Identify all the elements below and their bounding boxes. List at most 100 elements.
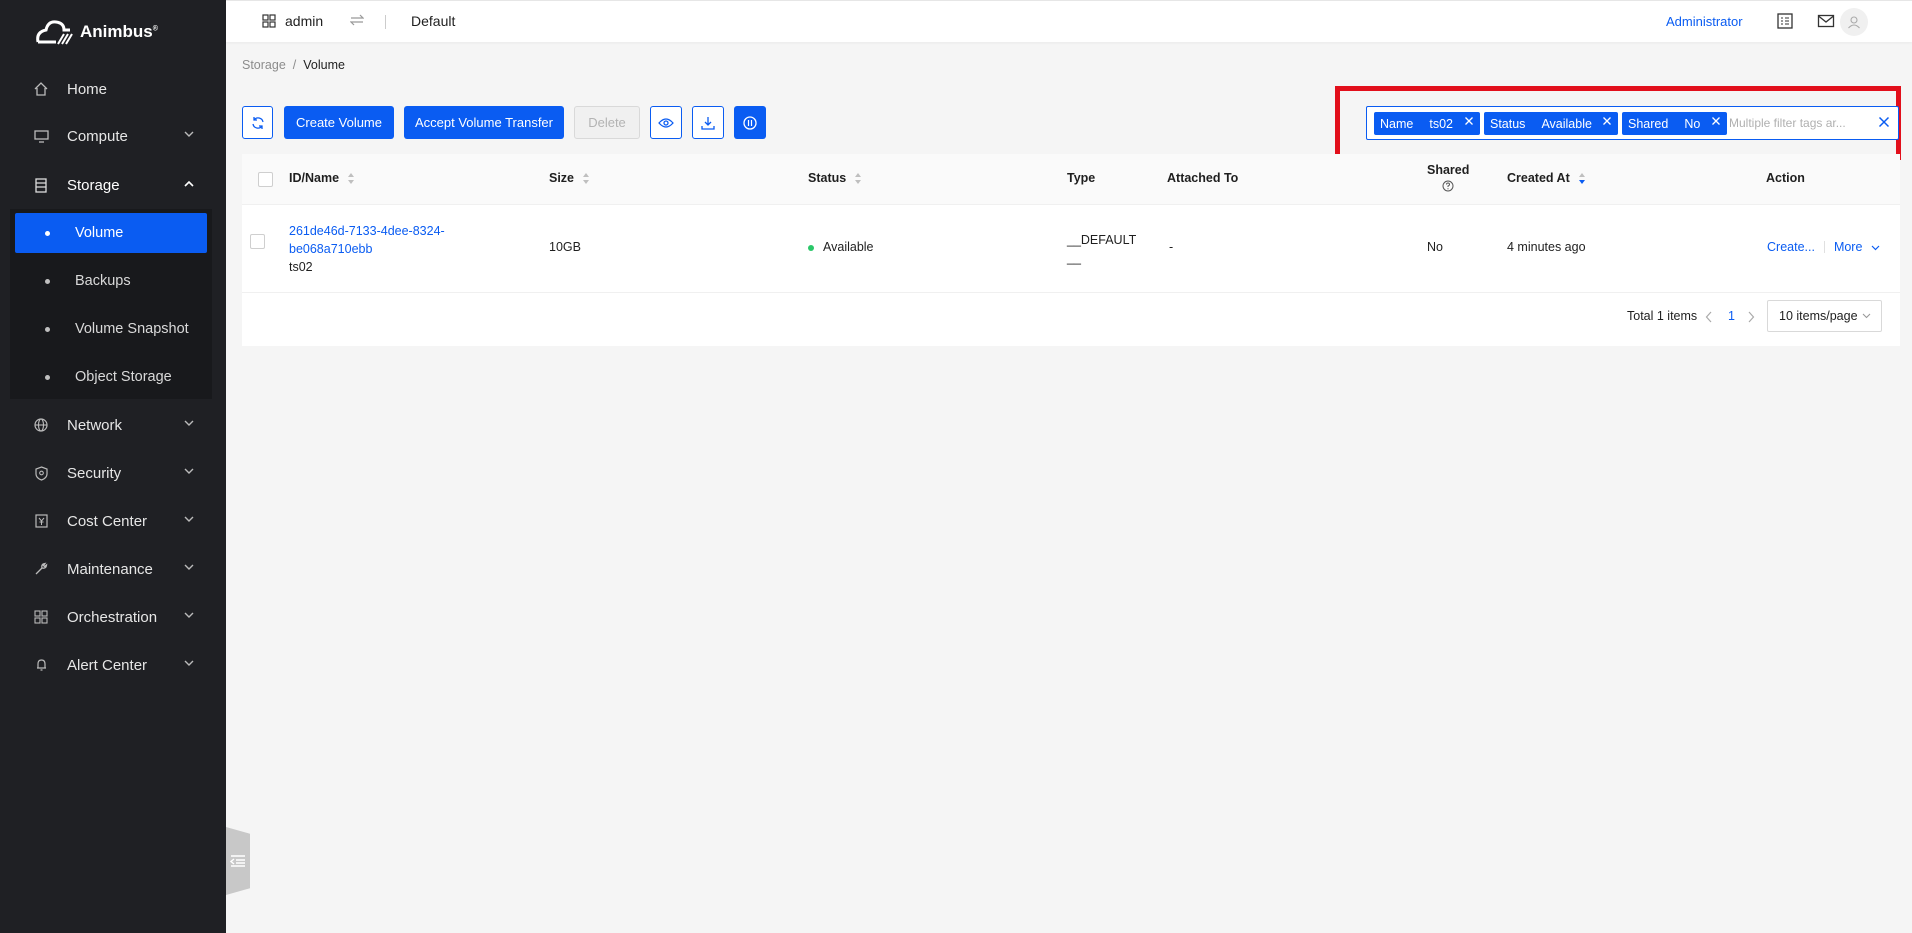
clear-filter-icon[interactable]	[1878, 116, 1890, 128]
type-line: __DEFAULT	[1067, 233, 1137, 247]
cell-status: Available	[808, 240, 874, 254]
nav-label: Home	[67, 80, 108, 98]
refresh-icon	[251, 116, 264, 129]
column-header-shared: Shared	[1427, 163, 1469, 192]
select-all-checkbox[interactable]	[258, 172, 273, 187]
nav-orchestration[interactable]: Orchestration	[0, 595, 226, 639]
close-icon[interactable]	[1464, 116, 1474, 126]
help-icon[interactable]	[1442, 180, 1454, 192]
header-divider	[385, 15, 386, 29]
user-avatar[interactable]	[1840, 8, 1868, 36]
storage-icon	[33, 177, 49, 193]
view-columns-button[interactable]	[650, 106, 682, 139]
download-button[interactable]	[692, 106, 724, 139]
column-label: Shared	[1427, 163, 1470, 177]
mail-icon[interactable]	[1817, 12, 1835, 30]
page-number[interactable]: 1	[1728, 309, 1735, 323]
chevron-down-icon	[184, 468, 194, 474]
column-header-status[interactable]: Status	[808, 171, 862, 185]
sort-icon	[583, 172, 590, 184]
pagination-total: Total 1 items	[1627, 309, 1698, 323]
column-label: Status	[808, 171, 847, 185]
filter-tag-status: Status Available	[1484, 112, 1618, 135]
sidebar-item-volume[interactable]: Volume	[15, 213, 207, 253]
yen-icon	[33, 513, 49, 529]
nav-cost-center[interactable]: Cost Center	[0, 499, 226, 543]
chevron-down-icon	[1871, 245, 1880, 251]
nav-storage[interactable]: Storage	[0, 163, 226, 207]
status-dot-icon	[808, 244, 814, 251]
info-icon	[743, 115, 757, 130]
switch-project-icon[interactable]	[350, 13, 364, 27]
sidebar-collapse-toggle[interactable]	[226, 827, 250, 895]
column-header-created-at[interactable]: Created At	[1507, 171, 1586, 185]
column-label: Created At	[1507, 171, 1570, 185]
chevron-down-icon	[1862, 313, 1870, 319]
filter-tag-key: Shared	[1628, 116, 1669, 131]
download-icon	[701, 116, 715, 130]
volume-id-link[interactable]: 261de46d-7133-4dee-8324- be068a710ebb	[289, 222, 445, 258]
column-label: Action	[1766, 171, 1805, 185]
sort-icon	[855, 172, 862, 184]
filter-input[interactable]	[1729, 112, 1869, 134]
nav-maintenance[interactable]: Maintenance	[0, 547, 226, 591]
action-divider	[1823, 241, 1825, 253]
delete-button[interactable]: Delete	[574, 106, 640, 139]
cell-id-name: 261de46d-7133-4dee-8324- be068a710ebb ts0…	[289, 222, 445, 276]
refresh-button[interactable]	[242, 106, 273, 139]
close-icon[interactable]	[1711, 116, 1721, 126]
row-checkbox[interactable]	[250, 234, 265, 249]
column-label: Size	[549, 171, 575, 185]
sidebar: Animbus® Home Compute Storage Volume Bac…	[0, 0, 226, 933]
breadcrumb-current: Volume	[303, 58, 345, 72]
current-user: admin	[285, 13, 324, 29]
id-part: be068a710ebb	[289, 242, 373, 256]
search-filter-bar[interactable]: Name ts02 Status Available Shared No	[1366, 106, 1899, 140]
more-actions-dropdown[interactable]: More	[1834, 240, 1880, 254]
nav-network[interactable]: Network	[0, 403, 226, 447]
nav-security[interactable]: Security	[0, 451, 226, 495]
bullet-icon	[45, 231, 50, 236]
column-label: ID/Name	[289, 171, 340, 185]
current-project[interactable]: Default	[411, 13, 455, 29]
bell-icon	[33, 657, 49, 673]
app-logo[interactable]: Animbus®	[34, 18, 158, 46]
nav-compute[interactable]: Compute	[0, 114, 226, 158]
status-text: Available	[823, 240, 874, 254]
nav-home[interactable]: Home	[0, 67, 226, 111]
nav-alert-center[interactable]: Alert Center	[0, 643, 226, 687]
create-action-link[interactable]: Create...	[1767, 240, 1815, 254]
nav-label: Cost Center	[67, 512, 148, 530]
chevron-down-icon	[184, 660, 194, 666]
next-page-icon[interactable]	[1747, 311, 1755, 323]
docs-icon[interactable]	[1776, 12, 1794, 30]
indent-icon	[230, 855, 245, 867]
breadcrumb-parent[interactable]: Storage	[242, 58, 286, 72]
column-header-size[interactable]: Size	[549, 171, 590, 185]
filter-tag-value: No	[1684, 116, 1701, 131]
column-label: Attached To	[1167, 171, 1239, 185]
nav-label: Security	[67, 464, 122, 482]
cell-created-at: 4 minutes ago	[1507, 240, 1586, 254]
create-volume-button[interactable]: Create Volume	[284, 106, 394, 139]
nav-label: Storage	[67, 176, 120, 194]
column-header-action: Action	[1766, 171, 1805, 185]
sidebar-item-object-storage[interactable]: Object Storage	[15, 357, 207, 397]
filter-tag-name: Name ts02	[1374, 112, 1480, 135]
prev-page-icon[interactable]	[1705, 311, 1713, 323]
sidebar-item-volume-snapshot[interactable]: Volume Snapshot	[15, 309, 207, 349]
accept-volume-transfer-button[interactable]: Accept Volume Transfer	[404, 106, 564, 139]
breadcrumb-separator: /	[292, 58, 297, 72]
cell-shared: No	[1427, 240, 1443, 254]
sort-icon	[348, 172, 355, 184]
close-icon[interactable]	[1602, 116, 1612, 126]
sidebar-item-backups[interactable]: Backups	[15, 261, 207, 301]
column-header-attached-to: Attached To	[1167, 171, 1238, 185]
bullet-icon	[45, 279, 50, 284]
administrator-link[interactable]: Administrator	[1666, 14, 1743, 29]
info-button[interactable]	[734, 106, 766, 139]
bullet-icon	[45, 327, 50, 332]
page-size-select[interactable]: 10 items/page	[1767, 300, 1882, 332]
sub-label: Object Storage	[75, 369, 172, 385]
column-header-id-name[interactable]: ID/Name	[289, 171, 355, 185]
